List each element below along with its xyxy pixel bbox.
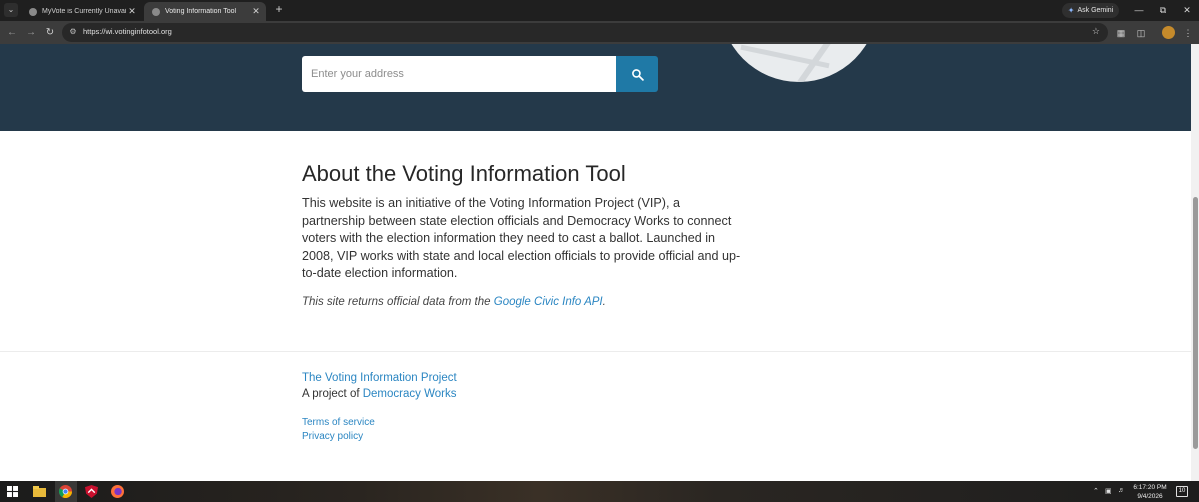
democracy-works-link[interactable]: Democracy Works bbox=[363, 388, 457, 400]
show-hidden-icons-icon[interactable]: ⌃ bbox=[1093, 487, 1099, 495]
close-icon[interactable]: ✕ bbox=[250, 6, 262, 17]
about-paragraph: This website is an initiative of the Vot… bbox=[302, 196, 741, 281]
project-credit: A project of Democracy Works bbox=[302, 388, 456, 400]
clock-time: 6:17:20 PM bbox=[1133, 484, 1167, 491]
tab-title: MyVote is Currently Unavailabl bbox=[42, 8, 126, 15]
back-icon[interactable]: ← bbox=[5, 26, 19, 40]
tab-title: Voting Information Tool bbox=[165, 8, 237, 15]
url-text[interactable]: https://wi.votinginfotool.org bbox=[83, 27, 172, 36]
ask-gemini-label: Ask Gemini bbox=[1077, 7, 1114, 14]
search-icon bbox=[631, 68, 644, 81]
reload-icon[interactable]: ↻ bbox=[43, 26, 57, 40]
about-heading: About the Voting Information Tool bbox=[302, 161, 626, 186]
map-illustration bbox=[720, 44, 878, 82]
tab-myvote[interactable]: MyVote is Currently Unavailabl ✕ bbox=[21, 2, 142, 21]
more-menu-icon[interactable]: ⋮ bbox=[1181, 26, 1195, 40]
google-civic-api-link[interactable]: Google Civic Info API bbox=[494, 296, 603, 308]
note-suffix: . bbox=[602, 296, 606, 308]
site-info-icon[interactable]: ⚙ bbox=[67, 26, 79, 38]
close-icon[interactable]: ✕ bbox=[126, 6, 138, 17]
page-viewport: About the Voting Information Tool This w… bbox=[0, 44, 1191, 481]
search-button[interactable] bbox=[616, 56, 658, 92]
privacy-policy-link[interactable]: Privacy policy bbox=[302, 431, 363, 442]
globe-icon bbox=[29, 7, 37, 16]
browser-tab-strip: ⌄ MyVote is Currently Unavailabl ✕ Votin… bbox=[0, 0, 1199, 21]
restore-icon[interactable]: ⧉ bbox=[1152, 3, 1174, 17]
note-prefix: This site returns official data from the bbox=[302, 296, 494, 308]
profile-avatar[interactable] bbox=[1162, 26, 1175, 39]
network-icon[interactable]: ▣ bbox=[1105, 487, 1112, 495]
firefox-icon[interactable] bbox=[110, 484, 125, 499]
sparkle-icon: ✦ bbox=[1067, 6, 1075, 15]
site-favicon-icon bbox=[152, 7, 160, 16]
close-window-icon[interactable]: ✕ bbox=[1176, 3, 1198, 17]
volume-icon[interactable]: ♬ bbox=[1118, 487, 1125, 494]
minimize-icon[interactable]: — bbox=[1128, 3, 1150, 17]
mcafee-icon[interactable] bbox=[84, 484, 99, 499]
project-prefix: A project of bbox=[302, 388, 363, 400]
extensions-icon[interactable]: ◫ bbox=[1134, 26, 1148, 40]
system-clock[interactable]: 6:17:20 PM 9/4/2026 bbox=[1132, 483, 1168, 501]
vip-link[interactable]: The Voting Information Project bbox=[302, 372, 457, 384]
address-search-box bbox=[302, 56, 616, 92]
os-taskbar: ⌃ ▣ ♬ 6:17:20 PM 9/4/2026 10 bbox=[0, 481, 1199, 502]
tab-voting-information-tool[interactable]: Voting Information Tool ✕ bbox=[144, 2, 266, 21]
windows-start-icon[interactable] bbox=[5, 484, 20, 499]
clock-date: 9/4/2026 bbox=[1137, 493, 1163, 500]
address-input[interactable] bbox=[302, 56, 616, 92]
plus-icon[interactable]: + bbox=[272, 3, 286, 17]
forward-icon[interactable]: → bbox=[24, 26, 38, 40]
ask-gemini-button[interactable]: ✦ Ask Gemini bbox=[1062, 3, 1119, 18]
terms-of-service-link[interactable]: Terms of service bbox=[302, 417, 375, 428]
scrollbar-thumb[interactable] bbox=[1193, 197, 1198, 449]
page-footer: The Voting Information Project A project… bbox=[0, 351, 1191, 481]
notification-center-icon[interactable]: 10 bbox=[1176, 486, 1188, 497]
chrome-icon[interactable] bbox=[58, 484, 73, 499]
search-hero bbox=[0, 44, 1191, 131]
file-explorer-icon[interactable] bbox=[32, 484, 47, 499]
address-bar[interactable]: ⚙ https://wi.votinginfotool.org ☆ bbox=[62, 23, 1108, 42]
notification-count: 10 bbox=[1178, 488, 1186, 494]
bookmark-star-icon[interactable]: ☆ bbox=[1092, 26, 1100, 37]
data-source-note: This site returns official data from the… bbox=[302, 296, 606, 308]
tab-search-icon[interactable]: ⌄ bbox=[4, 3, 18, 17]
browser-toolbar: ← → ↻ ⚙ https://wi.votinginfotool.org ☆ … bbox=[0, 21, 1199, 44]
extension-puzzle-icon[interactable]: ▦ bbox=[1114, 26, 1128, 40]
